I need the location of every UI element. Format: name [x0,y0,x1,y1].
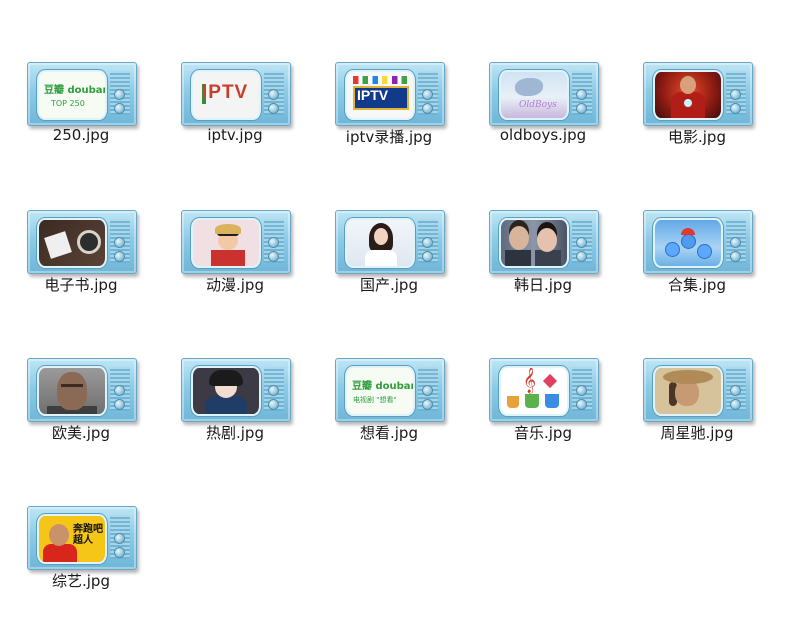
file-name: 电影.jpg [668,128,726,146]
file-item-anime[interactable]: 动漫.jpg [165,202,305,322]
tv-thumbnail-icon: IPTV [181,62,291,126]
tv-thumbnail-icon: OldBoys [489,62,599,126]
korea-japan-screen [499,218,569,268]
file-item-want-to-watch[interactable]: 豆瓣 douban 电视剧 "想看" 想看.jpg [319,350,459,470]
stephen-chow-screen [653,366,723,416]
file-item-movie[interactable]: 电影.jpg [627,54,767,174]
treble-clef-icon: 𝄞 [523,368,537,393]
tv-thumbnail-icon [489,210,599,274]
file-name: 热剧.jpg [206,424,264,442]
file-item-music[interactable]: 𝄞 音乐.jpg [473,350,613,470]
file-item-250[interactable]: 豆瓣 douban TOP 250 250.jpg [11,54,151,174]
file-item-ebook[interactable]: 电子书.jpg [11,202,151,322]
variety-screen: 奔跑吧超人 [37,514,107,564]
music-screen: 𝄞 [499,366,569,416]
douban-want-screen: 豆瓣 douban 电视剧 "想看" [345,366,415,416]
file-item-iptv[interactable]: IPTV iptv.jpg [165,54,305,174]
tv-thumbnail-icon [643,62,753,126]
domestic-screen [345,218,415,268]
file-item-iptv-recording[interactable]: IPTV iptv录播.jpg [319,54,459,174]
file-item-hot-drama[interactable]: 热剧.jpg [165,350,305,470]
tv-thumbnail-icon [27,358,137,422]
anime-screen [191,218,261,268]
tv-thumbnail-icon [643,210,753,274]
file-item-variety[interactable]: 奔跑吧超人 综艺.jpg [11,498,151,618]
tv-thumbnail-icon: 奔跑吧超人 [27,506,137,570]
file-name: 电子书.jpg [44,276,118,294]
file-name: 合集.jpg [668,276,726,294]
file-item-domestic[interactable]: 国产.jpg [319,202,459,322]
file-name: 欧美.jpg [52,424,110,442]
file-name: 想看.jpg [360,424,418,442]
file-item-stephen-chow[interactable]: 周星驰.jpg [627,350,767,470]
file-name: 周星驰.jpg [660,424,734,442]
iptv-recording-screen: IPTV [345,70,415,120]
tv-thumbnail-icon [643,358,753,422]
file-name: iptv录播.jpg [345,128,433,146]
screen-subtext: 电视剧 "想看" [353,396,397,404]
file-item-oldboys[interactable]: OldBoys oldboys.jpg [473,54,613,174]
file-name: oldboys.jpg [499,126,587,144]
tv-thumbnail-icon [181,358,291,422]
ironman-screen [653,70,723,120]
western-screen [37,366,107,416]
collection-screen [653,218,723,268]
file-item-western[interactable]: 欧美.jpg [11,350,151,470]
tv-thumbnail-icon: 豆瓣 douban 电视剧 "想看" [335,358,445,422]
file-name: 韩日.jpg [514,276,572,294]
hot-drama-screen [191,366,261,416]
douban-top250-screen: 豆瓣 douban TOP 250 [37,70,107,120]
file-grid: 豆瓣 douban TOP 250 250.jpg IPTV iptv.jpg … [0,0,788,635]
screen-text: 豆瓣 douban [352,381,415,392]
tv-thumbnail-icon [27,210,137,274]
tv-thumbnail-icon: 豆瓣 douban TOP 250 [27,62,137,126]
tv-thumbnail-icon [335,210,445,274]
file-item-korea-japan[interactable]: 韩日.jpg [473,202,613,322]
screen-text: IPTV [202,82,249,103]
file-name: 国产.jpg [360,276,418,294]
screen-subtext: TOP 250 [51,99,85,108]
file-name: 综艺.jpg [52,572,110,590]
oldboys-screen: OldBoys [499,70,569,120]
screen-text: 豆瓣 douban [44,85,107,96]
file-name: 250.jpg [52,126,110,144]
file-name: 音乐.jpg [514,424,572,442]
screen-text: 奔跑吧超人 [73,524,103,546]
file-name: 动漫.jpg [206,276,264,294]
file-item-collection[interactable]: 合集.jpg [627,202,767,322]
screen-text: OldBoys [519,100,557,110]
file-name: iptv.jpg [207,126,263,144]
tv-thumbnail-icon: 𝄞 [489,358,599,422]
tv-thumbnail-icon: IPTV [335,62,445,126]
iptv-logo-screen: IPTV [191,70,261,120]
screen-text: IPTV [357,87,389,103]
tv-thumbnail-icon [181,210,291,274]
ebook-screen [37,218,107,268]
